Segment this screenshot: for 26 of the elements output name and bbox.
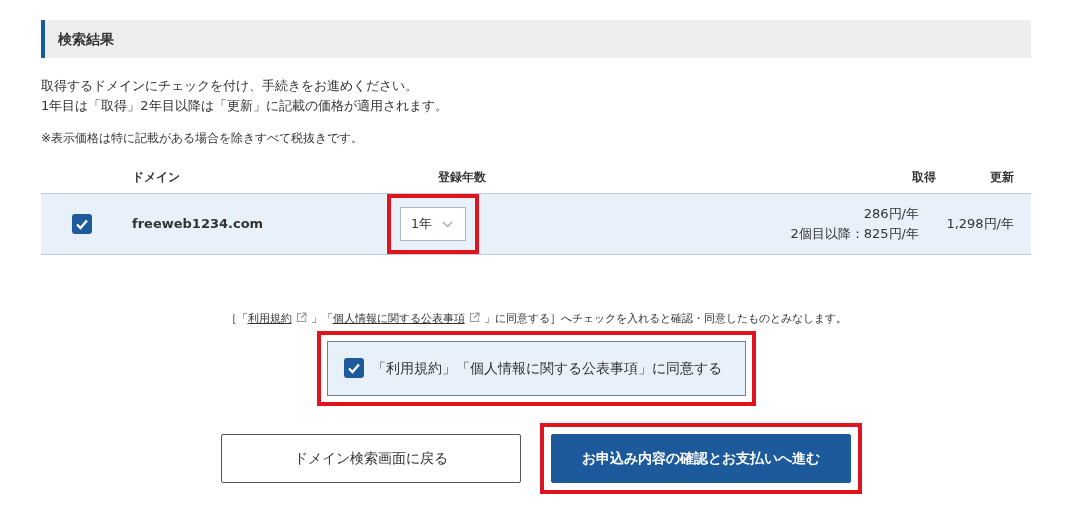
intro-text: 1年目は「取得」2年目以降は「更新」に記載の価格が適用されます。	[41, 97, 449, 115]
column-header: 登録年数	[437, 169, 487, 187]
column-header: 取得	[912, 169, 936, 187]
external-link-icon	[468, 312, 480, 323]
price-text: 286円/年	[863, 205, 919, 223]
policy-link[interactable]: 個人情報に関する公表事項	[332, 312, 465, 324]
checkbox[interactable]	[72, 214, 92, 234]
checkmark-icon	[346, 361, 361, 376]
column-header: ドメイン	[132, 169, 181, 187]
proceed-button[interactable]: お申込み内容の確認とお支払いへ進む	[551, 433, 851, 483]
external-link-icon	[295, 312, 307, 323]
consent-notice: ［「利用規約 」「個人情報に関する公表事項 」に同意する］へチェックを入れると確認・同意したものとみなします。	[225, 311, 847, 326]
column-header: 更新	[989, 169, 1015, 187]
chevron-down-icon	[441, 220, 453, 228]
section-title: 検索結果	[58, 29, 114, 49]
domain-name: freeweb1234.com	[132, 215, 265, 234]
policy-link[interactable]: 利用規約	[247, 312, 292, 324]
intro-text: 取得するドメインにチェックを付け、手続きをお進めください。	[41, 77, 419, 95]
back-button[interactable]: ドメイン検索画面に戻る	[221, 433, 521, 483]
tax-note: ※表示価格は特に記載がある場合を除きすべて税抜きです。	[41, 130, 365, 147]
checkmark-icon	[75, 217, 89, 231]
price-text: 2個目以降：825円/年	[790, 225, 919, 243]
years-select[interactable]: 1年	[400, 207, 466, 241]
consent-option[interactable]: 「利用規約」「個人情報に関する公表事項」に同意する	[326, 340, 746, 396]
renewal-price: 1,298円/年	[945, 215, 1015, 234]
checkbox[interactable]	[343, 358, 364, 379]
